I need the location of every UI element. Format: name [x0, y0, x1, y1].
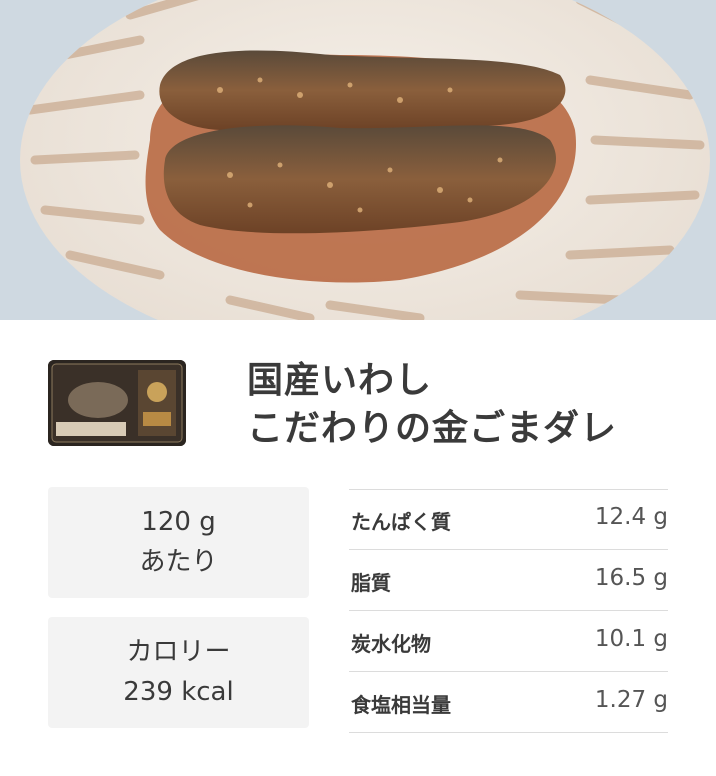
nutrition-label: 脂質: [351, 571, 391, 595]
nutrition-value: 16.5 g: [594, 565, 668, 591]
nutrition-label: 食塩相当量: [351, 693, 451, 717]
product-title-line2: こだわりの金ごまダレ: [247, 408, 618, 449]
serving-amount: 120 g: [141, 507, 216, 537]
nutrition-row-fat: 脂質 16.5 g: [349, 550, 668, 611]
product-title: 国産いわし こだわりの金ごまダレ: [247, 357, 707, 453]
calorie-box: カロリー 239 kcal: [48, 617, 309, 728]
serving-label: あたり: [139, 547, 218, 577]
nutrition-label: 炭水化物: [351, 632, 431, 656]
nutrition-row-salt: 食塩相当量 1.27 g: [349, 672, 668, 733]
nutrition-row-carbohydrate: 炭水化物 10.1 g: [349, 611, 668, 672]
plate-illustration: [0, 0, 716, 320]
calorie-value: 239 kcal: [123, 677, 234, 707]
serving-size-box: 120 g あたり: [48, 487, 309, 598]
product-header: 国産いわし こだわりの金ごまダレ: [48, 357, 688, 457]
hero-photo: [0, 0, 716, 320]
nutrition-value: 1.27 g: [594, 687, 668, 713]
nutrition-row-protein: たんぱく質 12.4 g: [349, 489, 668, 550]
nutrition-value: 10.1 g: [594, 626, 668, 652]
nutrition-table: たんぱく質 12.4 g 脂質 16.5 g 炭水化物 10.1 g 食塩相当量…: [349, 489, 668, 733]
nutrition-label: たんぱく質: [351, 510, 451, 534]
product-title-line1: 国産いわし: [247, 360, 433, 401]
calorie-label: カロリー: [126, 637, 231, 667]
product-package-icon: [48, 360, 186, 446]
nutrition-value: 12.4 g: [594, 504, 668, 530]
